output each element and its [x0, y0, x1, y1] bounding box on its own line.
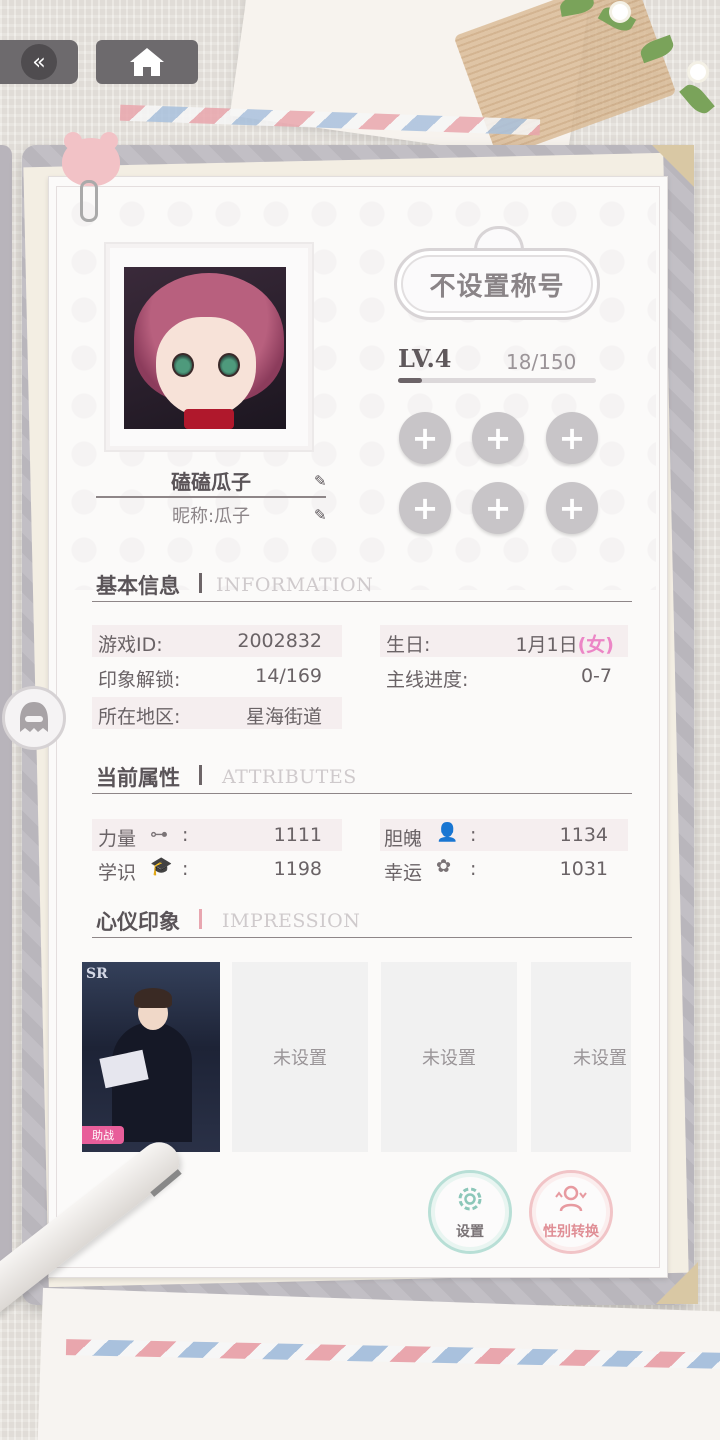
- home-icon: [130, 48, 164, 76]
- flower-decor: [690, 64, 706, 80]
- main-progress-value: 0-7: [580, 665, 612, 687]
- section-rule: [92, 937, 632, 938]
- section-rule: [92, 793, 632, 794]
- badge-slot-6[interactable]: +: [546, 482, 598, 534]
- basic-info-heading-en: INFORMATION: [216, 574, 374, 596]
- person-icon: 👤: [436, 822, 459, 843]
- gear-icon: [458, 1187, 482, 1211]
- avatar-bow: [184, 409, 234, 429]
- clover-icon: ✿: [436, 856, 452, 877]
- region-label: 所在地区:: [98, 706, 181, 728]
- avatar-eye: [172, 353, 194, 377]
- badge-slot-4[interactable]: +: [399, 482, 451, 534]
- section-divider-bar: [199, 573, 202, 593]
- edit-name-pencil-icon[interactable]: ✎: [314, 472, 327, 490]
- attr-knowledge-value: 1198: [273, 858, 322, 880]
- impression-heading: 心仪印象: [96, 910, 180, 934]
- birthday-date: 1月1日: [515, 634, 578, 656]
- graduation-cap-icon: 🎓: [150, 856, 173, 877]
- level-label: LV.4: [398, 344, 452, 373]
- colon: :: [470, 824, 477, 846]
- birthday-label: 生日:: [386, 634, 431, 656]
- support-tag: 助战: [82, 1126, 124, 1144]
- leaf-decor: [679, 80, 715, 118]
- attributes-heading-en: ATTRIBUTES: [222, 766, 357, 788]
- ghost-mascot-button[interactable]: [2, 686, 66, 750]
- avatar-eye: [218, 353, 240, 377]
- section-divider-bar: [199, 765, 202, 785]
- exp-value: 18/150: [506, 350, 577, 374]
- gender-switch-button[interactable]: 性别转换: [529, 1170, 613, 1254]
- impression-card-1[interactable]: SR 助战: [82, 962, 220, 1152]
- exp-bar: [398, 378, 596, 383]
- player-name: 磕磕瓜子: [171, 470, 251, 494]
- impression-heading-en: IMPRESSION: [222, 910, 361, 932]
- badge-slot-3[interactable]: +: [546, 412, 598, 464]
- gender-indicator: (女): [577, 634, 614, 656]
- bear-clip-icon: [62, 132, 120, 186]
- impression-unlock-value: 14/169: [255, 665, 322, 687]
- title-text: 不设置称号: [429, 271, 565, 302]
- badge-slot-2[interactable]: +: [472, 412, 524, 464]
- colon: :: [470, 858, 477, 880]
- rarity-badge: SR: [86, 966, 108, 982]
- avatar[interactable]: [124, 267, 286, 429]
- avatar-face: [156, 317, 256, 417]
- attr-courage-label: 胆魄: [384, 828, 423, 850]
- double-chevron-left-icon: «: [21, 44, 57, 80]
- attr-luck-value: 1031: [559, 858, 608, 880]
- home-button[interactable]: [96, 40, 198, 84]
- impression-card-3[interactable]: 未设置: [381, 962, 517, 1152]
- attr-strength-label: 力量: [98, 828, 137, 850]
- clip-wire: [80, 180, 98, 222]
- dumbbell-icon: ⊶: [150, 824, 168, 845]
- attr-knowledge-label: 学识: [98, 862, 137, 884]
- impression-card-2[interactable]: 未设置: [232, 962, 368, 1152]
- basic-info-heading: 基本信息: [96, 574, 180, 598]
- attr-courage-value: 1134: [559, 824, 608, 846]
- region-value: 星海街道: [245, 706, 322, 728]
- edit-nickname-pencil-icon[interactable]: ✎: [314, 506, 327, 524]
- impression-card-4[interactable]: 未设置: [531, 962, 631, 1152]
- birthday-value: 1月1日(女): [470, 630, 614, 657]
- colon: :: [182, 858, 189, 880]
- game-id-value: 2002832: [237, 630, 322, 652]
- attr-strength-value: 1111: [273, 824, 322, 846]
- ghost-icon: [20, 702, 48, 732]
- impression-unlock-label: 印象解锁:: [98, 669, 181, 691]
- card-character-hair: [134, 988, 172, 1008]
- attributes-heading: 当前属性: [96, 766, 180, 790]
- section-rule: [92, 601, 632, 602]
- main-progress-label: 主线进度:: [386, 669, 469, 691]
- exp-bar-fill: [398, 378, 422, 383]
- badge-slot-5[interactable]: +: [472, 482, 524, 534]
- gender-switch-icon: [555, 1185, 587, 1212]
- attr-luck-label: 幸运: [384, 862, 423, 884]
- name-underline: [96, 496, 326, 498]
- settings-button[interactable]: 设置: [428, 1170, 512, 1254]
- section-divider-bar: [199, 909, 202, 929]
- back-button[interactable]: «: [0, 40, 78, 84]
- colon: :: [182, 824, 189, 846]
- gender-switch-label: 性别转换: [543, 1224, 599, 1240]
- settings-label: 设置: [456, 1224, 484, 1240]
- flower-decor: [612, 4, 628, 20]
- badge-slot-1[interactable]: +: [399, 412, 451, 464]
- game-id-label: 游戏ID:: [98, 634, 163, 656]
- player-nickname: 昵称:瓜子: [171, 506, 251, 527]
- title-badge-button[interactable]: 不设置称号: [394, 248, 600, 320]
